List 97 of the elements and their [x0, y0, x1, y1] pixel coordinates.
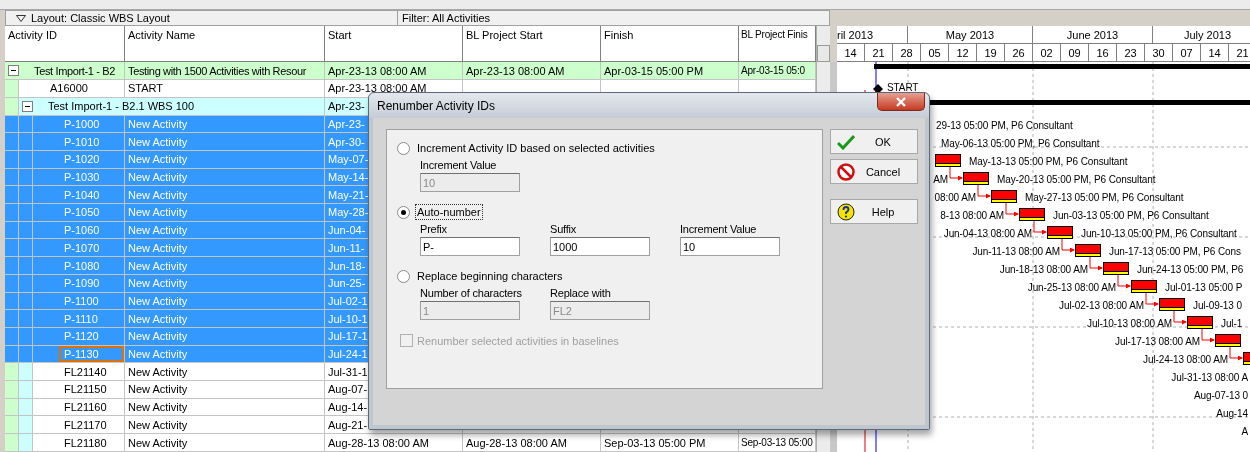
week-header: 05	[921, 44, 949, 61]
table-cell: Sep-03-13 05:00 PM	[601, 434, 739, 452]
finish-date-label: Jun-24-13 05:00 PM, P6	[1137, 264, 1244, 275]
table-cell: New Activity	[125, 274, 325, 293]
column-header[interactable]: Start	[325, 26, 463, 62]
table-cell-text: P-1010	[63, 134, 101, 150]
table-cell-text: P-1040	[63, 187, 101, 203]
table-cell: Aug-28-13 08:00 AM	[463, 434, 601, 452]
start-date-label: Jun-04-13 08:00 AM	[943, 228, 1032, 239]
start-date-label: Aug-07-13 0	[1194, 390, 1248, 401]
start-date-label: Jul-17-13 08:00 AM	[1115, 336, 1200, 347]
table-cell-text: P-1060	[63, 223, 101, 239]
month-header: June 2013	[1033, 26, 1153, 43]
week-header: 14	[1201, 44, 1229, 61]
field-label: Replace with	[550, 287, 611, 299]
finish-date-label: Jun-10-13 05:00 PM, P6 Consultant	[1081, 228, 1237, 239]
month-header: July 2013	[1153, 26, 1250, 43]
week-header: 19	[977, 44, 1005, 61]
week-header: 07	[1173, 44, 1201, 61]
table-cell-text: P-1030	[63, 170, 101, 185]
input-field[interactable]: 10	[680, 237, 780, 256]
ok-button[interactable]: OK	[830, 129, 918, 154]
table-cell-text: Test Import-1 - B2	[33, 63, 117, 79]
help-button[interactable]: Help	[830, 199, 918, 224]
finish-date-label: Jul-09-13 0	[1193, 300, 1242, 311]
table-cell-text: P-1100	[63, 293, 100, 309]
table-cell: START	[125, 80, 325, 98]
column-header[interactable]: Activity Name	[125, 26, 325, 62]
table-cell-text: P-1080	[63, 258, 101, 274]
week-header: 02	[1033, 44, 1061, 61]
start-date-label: Jul-31-13 08:00 A	[1171, 372, 1248, 383]
table-cell-text: P-1120	[63, 329, 100, 345]
table-cell: New Activity	[125, 133, 325, 151]
table-cell-text: P-1090	[63, 276, 101, 292]
column-header[interactable]: BL Project Start	[463, 26, 601, 62]
week-header: 26	[1005, 44, 1033, 61]
field-label: Increment Value	[680, 223, 757, 235]
finish-date-label: Jun-03-13 05:00 PM, P6 Consultant	[1053, 210, 1209, 221]
field-label: Suffix	[550, 223, 577, 235]
input-field[interactable]: P-	[420, 237, 520, 256]
week-header: 21	[865, 44, 893, 61]
table-cell: Aug-28-13 08:00 AM	[325, 434, 463, 452]
table-cell: New Activity	[125, 204, 325, 222]
finish-date-label: Jul-1	[1221, 318, 1243, 329]
table-cell-text: P-1070	[63, 240, 101, 256]
week-header: 23	[1117, 44, 1145, 61]
input-field[interactable]: 1000	[550, 237, 650, 256]
start-date-label: Jul-10-13 08:00 AM	[1087, 318, 1172, 329]
table-cell: New Activity	[125, 381, 325, 399]
start-date-label: Jul-24-13 08:00 AM	[1143, 354, 1228, 365]
table-cell-text: P-1050	[63, 205, 101, 221]
option-label[interactable]: Auto-number	[415, 204, 483, 220]
finish-date-label: Jul-01-13 05:00 P	[1165, 282, 1243, 293]
table-cell: New Activity	[125, 310, 325, 328]
table-row[interactable]: FL21180 New Activity Aug-28-13 08:00 AM Aug-28-13 08:00 AM Sep-03-13 05:00 PM Sep-03-13 05:00	[5, 434, 816, 452]
finish-date-label: May-27-13 05:00 PM, P6 Consultant	[1025, 192, 1184, 203]
start-date-label: Jun-25-13 08:00 AM	[1027, 282, 1116, 293]
week-header: 28	[893, 44, 921, 61]
table-cell: New Activity	[125, 257, 325, 275]
month-header: ril 2013	[837, 26, 908, 43]
table-cell: P-1130	[59, 345, 124, 363]
table-cell-text: P-1000	[63, 116, 101, 132]
week-header: 09	[1061, 44, 1089, 61]
start-date-label: Jun-18-13 08:00 AM	[999, 264, 1088, 275]
finish-date-label: 29-13 05:00 PM, P6 Consultant	[936, 120, 1073, 131]
table-cell-text: P-1020	[63, 152, 101, 168]
filter-bar[interactable]: Filter: All Activities	[398, 10, 830, 26]
start-date-label: 8-13 08:00 AM	[940, 210, 1004, 221]
week-header: 16	[1089, 44, 1117, 61]
week-header: 12	[949, 44, 977, 61]
start-date-label: Jun-11-13 08:00 AM	[972, 246, 1060, 257]
cancel-button[interactable]: Cancel	[830, 159, 918, 184]
finish-date-label: May-20-13 05:00 PM, P6 Consultant	[997, 174, 1156, 185]
table-cell: New Activity	[125, 327, 325, 346]
start-date-label: 08:00 AM	[934, 192, 976, 203]
table-cell-text: P-1110	[63, 311, 99, 327]
column-header[interactable]: Finish	[601, 26, 739, 62]
table-cell-text: Test Import-1 - B2.1 WBS 100	[47, 99, 196, 115]
finish-date-label: May-13-13 05:00 PM, P6 Consultant	[969, 156, 1128, 167]
milestone-label: START	[887, 82, 919, 93]
finish-date-label: May-06-13 05:00 PM, P6 Consultant	[941, 138, 1100, 149]
start-date-label: Jul-02-13 08:00 AM	[1059, 300, 1144, 311]
start-date-label: A	[1241, 426, 1248, 437]
layout-bar[interactable]: Layout: Classic WBS Layout	[5, 10, 398, 26]
month-header: May 2013	[908, 26, 1033, 43]
start-date-label: AM	[933, 174, 948, 185]
table-cell: New Activity	[125, 150, 325, 169]
week-header: 14	[837, 44, 865, 61]
week-header: 30	[1145, 44, 1173, 61]
start-date-label: Aug-14	[1216, 408, 1248, 419]
layout-name: Layout: Classic WBS Layout	[31, 12, 170, 24]
finish-date-label: Jun-17-13 05:00 PM, P6 Cons	[1109, 246, 1241, 257]
week-header: 21	[1229, 44, 1250, 61]
field-label: Prefix	[420, 223, 447, 235]
table-row[interactable]: Test Import-1 - B2 Testing with 1500 Activities with Resour Apr-23-13 08:00 AM Apr-23-13 08:00 AM Apr-03-15 05:00 PM Apr-03-15 05:0	[5, 62, 816, 81]
column-header[interactable]: Activity ID	[5, 26, 125, 62]
table-cell: New Activity	[125, 434, 325, 452]
